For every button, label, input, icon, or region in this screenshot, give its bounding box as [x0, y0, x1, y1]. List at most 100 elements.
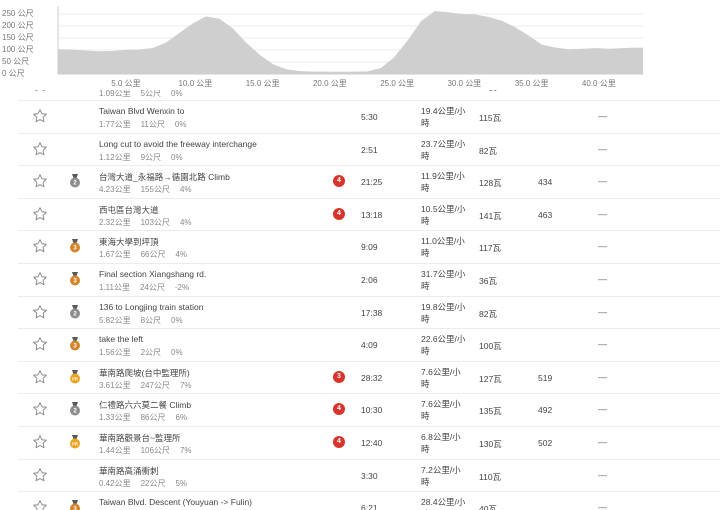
segment-speed: 19.4公里/小時: [421, 106, 466, 128]
segment-power: 130瓦: [479, 438, 502, 449]
segment-name[interactable]: Taiwan Blvd Wenxin to: [99, 106, 184, 116]
medal-icon: 2: [69, 304, 81, 319]
medal-icon: 2: [69, 174, 81, 188]
segment-stats: 1.44公里 106公尺 7%: [99, 445, 202, 456]
star-icon[interactable]: [32, 108, 48, 124]
segment-row[interactable]: Taiwan Blvd Wenxin to 1.77公里 11公尺 0% 5:30 19.…: [18, 101, 720, 134]
segment-name[interactable]: Long cut to avoid the freeway interchang…: [99, 139, 257, 149]
segment-name[interactable]: 華南路觀景台~監理所: [99, 432, 180, 444]
segment-name[interactable]: Final section Xiangshang rd.: [99, 269, 206, 279]
segment-row[interactable]: 3 Final section Xiangshang rd. 1.11公里 24公尺 -…: [18, 264, 720, 297]
segment-name[interactable]: 華南路爬坡(台中監理所): [99, 367, 190, 379]
segment-distance: 1.12公里: [99, 152, 131, 162]
segment-stats: 1.33公里 86公尺 6%: [99, 412, 197, 423]
y-tick-label: 200 公尺: [2, 21, 34, 30]
segment-elevation: 86公尺: [140, 413, 166, 423]
elevation-area: [58, 11, 643, 75]
star-icon[interactable]: [32, 271, 48, 287]
segment-distance: 0.42公里: [99, 478, 131, 488]
segment-name[interactable]: 東海大學到坪頂: [99, 236, 159, 248]
segment-grade: 0%: [171, 152, 183, 162]
segment-heart-rate: —: [598, 502, 607, 510]
star-icon[interactable]: [32, 238, 48, 254]
star-icon[interactable]: [32, 206, 48, 222]
segment-grade: 5%: [175, 478, 188, 488]
segment-row[interactable]: Long cut to avoid the freeway interchang…: [18, 134, 720, 167]
segment-name[interactable]: take the left: [99, 334, 143, 344]
segment-time: 17:38: [361, 307, 383, 318]
segment-time: 10:30: [361, 405, 383, 416]
segment-row[interactable]: 3 take the left 1.56公里 2公尺 0% 4:09 22.6公里/小時 10…: [18, 329, 720, 362]
segment-row[interactable]: PR 華南路爬坡(台中監理所) 3.61公里 247公尺 7% 3 28:32 7.6公里/小…: [18, 362, 720, 395]
segment-name[interactable]: 台灣大道_永福路→循園北路 Climb: [99, 171, 230, 183]
star-icon[interactable]: [32, 141, 48, 157]
segment-elevation: 66公尺: [140, 250, 166, 260]
segment-stats: 1.77公里 11公尺 0%: [99, 119, 196, 130]
segment-row[interactable]: 3 東海大學到坪頂 1.67公里 66公尺 4% 9:09 11.0公里/小時 117瓦 —: [18, 231, 720, 264]
star-icon[interactable]: [32, 467, 48, 483]
segment-stats: 4.23公里 155公尺 4%: [99, 184, 202, 195]
medal-icon: 2: [69, 402, 81, 416]
segment-power: 100瓦: [479, 341, 502, 352]
segment-row[interactable]: 西屯區台灣大道 2.32公里 103公尺 4% 4 13:18 10.5公里/小時 141瓦 4…: [18, 199, 720, 232]
segment-heart-rate: —: [598, 371, 607, 382]
segment-heart-rate: —: [598, 176, 607, 187]
segment-elevation: 22公尺: [140, 478, 166, 488]
star-icon[interactable]: [32, 173, 48, 189]
segment-vam: 492: [538, 405, 553, 416]
star-icon[interactable]: [32, 90, 48, 93]
segment-row[interactable]: 3 Taiwan Blvd. Descent (Youyuan -> Fulin)…: [18, 492, 720, 510]
segment-elevation: 247公尺: [140, 380, 170, 390]
segment-row[interactable]: PR 華南路觀景台~監理所 1.44公里 106公尺 7% 4 12:40 6.8公里/小時 1…: [18, 427, 720, 460]
segment-grade: 0%: [171, 315, 183, 325]
segment-time: 12:40: [361, 437, 383, 448]
star-icon[interactable]: [32, 369, 48, 385]
segment-speed: 23.7公里/小時: [421, 138, 466, 161]
segment-time: 13:18: [361, 209, 383, 220]
segment-time: 2:06: [361, 274, 378, 285]
segment-grade: -2%: [174, 282, 190, 292]
segment-speed: 28.4公里/小時: [421, 497, 466, 510]
segment-name[interactable]: 華南路高涌衝刺: [99, 465, 159, 477]
segment-time: 5:21: [361, 90, 378, 91]
star-icon[interactable]: [32, 304, 48, 320]
segment-grade: 7%: [179, 380, 192, 390]
segment-elevation: 8公尺: [140, 315, 162, 325]
star-icon[interactable]: [32, 434, 48, 450]
segment-heart-rate: —: [598, 469, 607, 480]
segment-speed: 10.5公里/小時: [421, 203, 466, 226]
segment-name[interactable]: 136 to Longjing train station: [99, 302, 203, 312]
segment-time: 5:30: [361, 112, 378, 122]
x-tick-label: 35.0 公里: [514, 79, 549, 88]
segment-row[interactable]: 2 台灣大道_永福路→循園北路 Climb 4.23公里 155公尺 4% 4 21:25 1…: [18, 166, 720, 199]
segment-power: 110瓦: [479, 471, 502, 482]
segment-speed: 31.7公里/小時: [421, 268, 466, 291]
segment-row[interactable]: 2 仁禮路六六莫二餐 Climb 1.33公里 86公尺 6% 4 10:30 7.6公里/小…: [18, 394, 720, 427]
star-icon[interactable]: [32, 499, 48, 510]
segment-distance: 1.33公里: [99, 413, 131, 423]
segment-stats: 1.56公里 2公尺 0%: [99, 347, 193, 358]
segment-time: 28:32: [361, 372, 383, 383]
star-icon[interactable]: [32, 336, 48, 352]
segment-speed: 7.6公里/小時: [421, 399, 461, 422]
climb-category-badge: 4: [333, 403, 345, 416]
segment-power: 115瓦: [479, 113, 502, 123]
segment-power: 40瓦: [479, 504, 497, 510]
medal-icon: 3: [69, 500, 81, 510]
segment-row[interactable]: 1.09公里5公尺0%5:2190瓦—: [18, 90, 720, 101]
segment-name[interactable]: 西屯區台灣大道: [99, 204, 159, 216]
segment-heart-rate: —: [598, 339, 607, 350]
segment-elevation: 2公尺: [140, 348, 162, 358]
segment-name[interactable]: 仁禮路六六莫二餐 Climb: [99, 399, 191, 411]
segment-speed: 22.6公里/小時: [421, 334, 466, 357]
segment-stats: 1.12公里 9公尺 0%: [99, 152, 193, 163]
segment-row[interactable]: 2 136 to Longjing train station 5.82公里 8公尺 0…: [18, 297, 720, 330]
segment-vam: 463: [538, 209, 553, 220]
segment-name[interactable]: Taiwan Blvd. Descent (Youyuan -> Fulin): [99, 497, 252, 507]
segment-time: 4:09: [361, 340, 378, 351]
segment-row[interactable]: 華南路高涌衝刺 0.42公里 22公尺 5% 3:30 7.2公里/小時 110瓦 —: [18, 460, 720, 493]
star-icon[interactable]: [32, 401, 48, 417]
segment-time: 6:21: [361, 503, 378, 510]
segment-power: 141瓦: [479, 210, 502, 221]
x-tick-label: 25.0 公里: [380, 79, 414, 88]
